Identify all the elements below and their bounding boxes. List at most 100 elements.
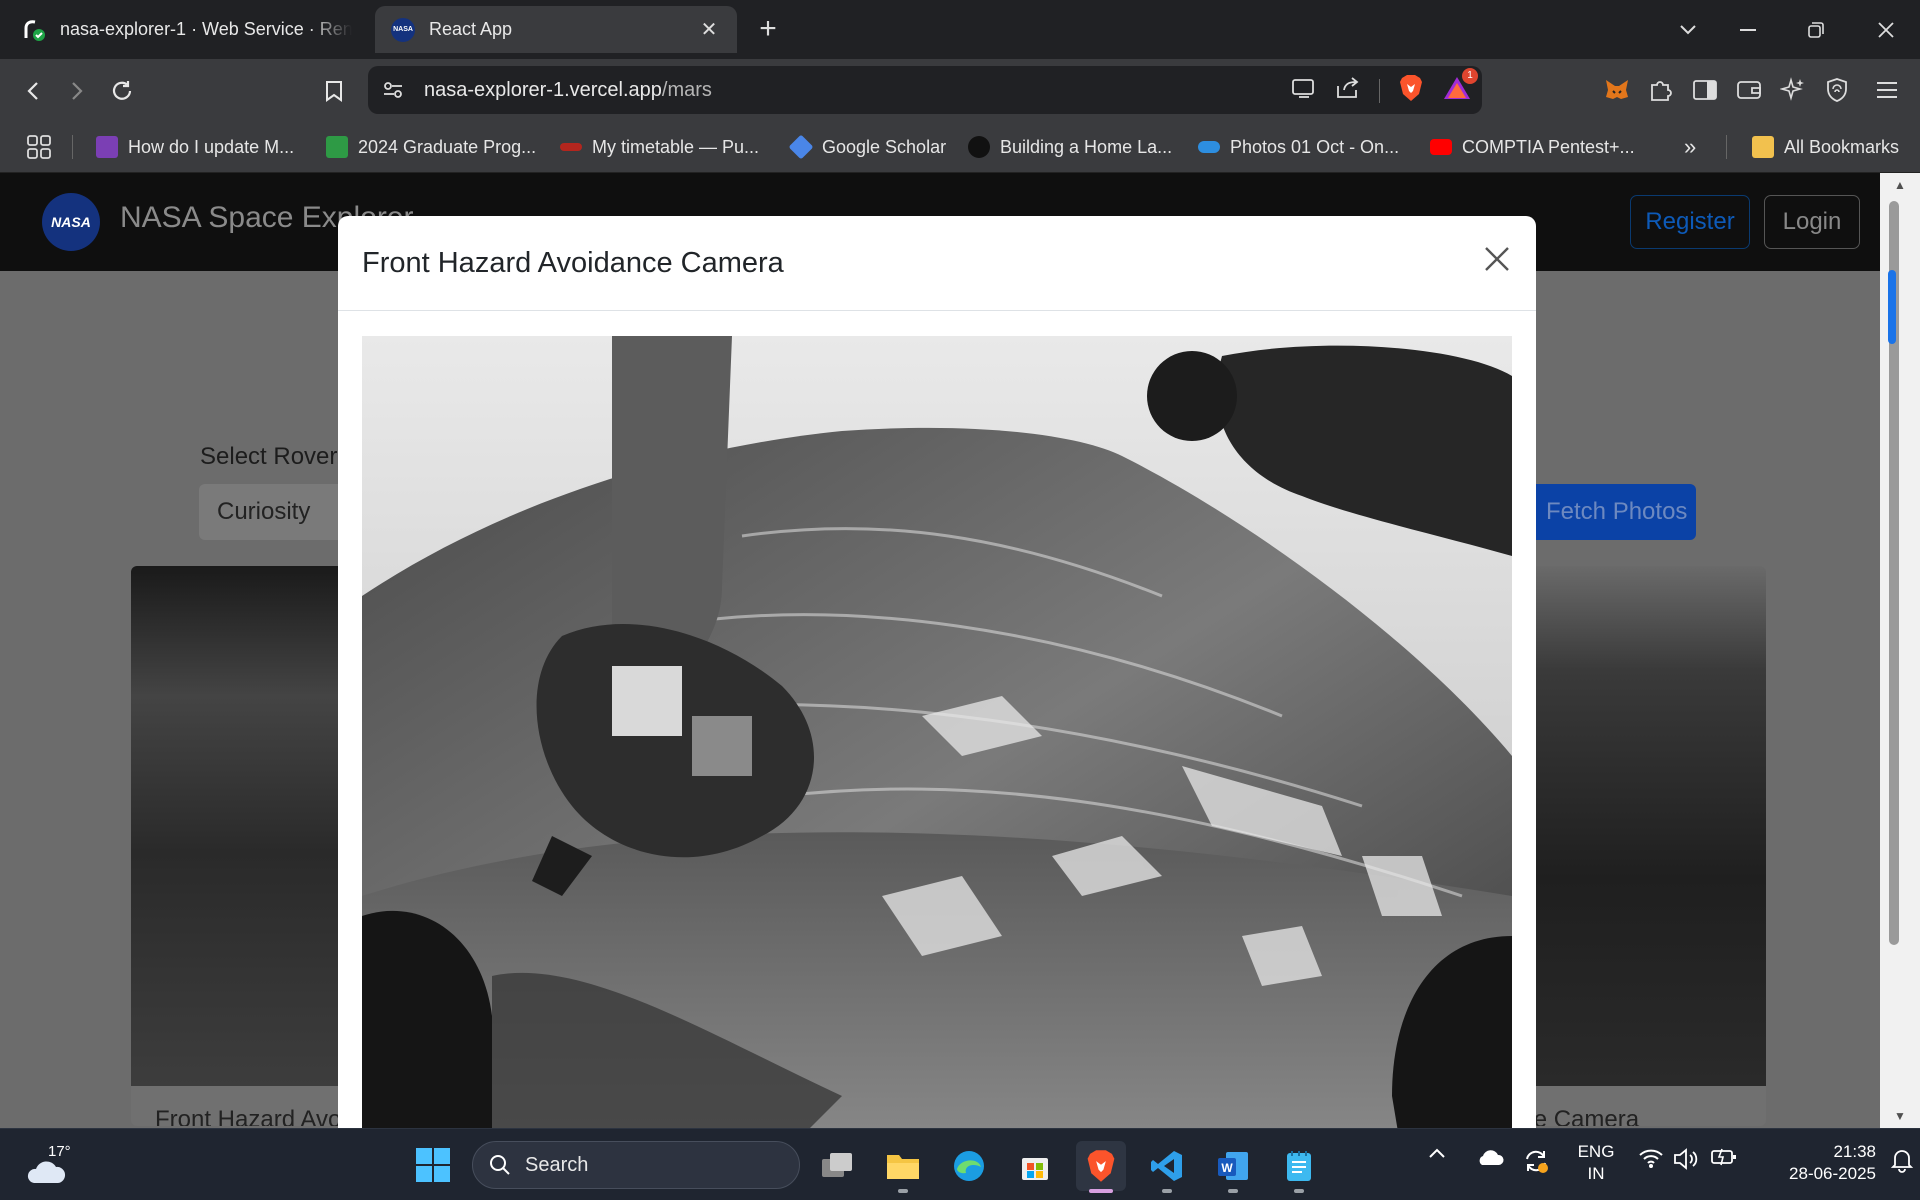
red-logo-icon: [560, 143, 582, 151]
clock-time: 21:38: [1833, 1142, 1876, 1161]
running-indicator: [1228, 1189, 1238, 1193]
task-view-icon[interactable]: [812, 1141, 862, 1191]
brave-shields-icon[interactable]: [1398, 74, 1424, 107]
search-placeholder: Search: [525, 1153, 589, 1176]
scroll-up-arrow-icon[interactable]: ▲: [1880, 175, 1920, 195]
file-explorer-icon[interactable]: [878, 1141, 928, 1193]
browser-toolbar: nasa-explorer-1.vercel.app/mars 1: [0, 59, 1920, 121]
clock-date: 28-06-2025: [1789, 1164, 1876, 1183]
bookmark-label: My timetable — Pu...: [592, 136, 760, 157]
metamask-fox-icon[interactable]: [1602, 75, 1632, 105]
language-indicator[interactable]: ENG IN: [1574, 1141, 1618, 1185]
bookmarks-bar: How do I update M... 2024 Graduate Prog.…: [0, 121, 1920, 173]
forward-button[interactable]: [56, 71, 96, 111]
dark-logo-icon: [968, 136, 990, 158]
more-bookmarks-icon[interactable]: »: [1684, 133, 1696, 161]
ms-store-icon[interactable]: [1010, 1141, 1060, 1191]
bookmark-label: COMPTIA Pentest+...: [1462, 136, 1635, 157]
sync-status-icon[interactable]: [1522, 1147, 1550, 1175]
brave-rewards-icon[interactable]: 1: [1442, 68, 1478, 107]
scroll-down-arrow-icon[interactable]: ▼: [1880, 1106, 1920, 1126]
apps-grid-icon[interactable]: [26, 133, 52, 161]
running-indicator: [1294, 1189, 1304, 1193]
language-code: ENG: [1577, 1142, 1615, 1161]
scholar-icon: [788, 134, 814, 160]
notification-bell-icon[interactable]: [1890, 1147, 1914, 1173]
bookmark-item[interactable]: Building a Home La...: [968, 133, 1172, 161]
folder-icon: [1752, 136, 1774, 158]
bookmark-label: Google Scholar: [822, 136, 947, 157]
running-indicator: [1162, 1189, 1172, 1193]
address-bar[interactable]: nasa-explorer-1.vercel.app/mars 1: [368, 66, 1482, 114]
url-path: /mars: [661, 78, 712, 101]
photo-modal: Front Hazard Avoidance Camera: [338, 216, 1536, 1128]
taskbar-search[interactable]: Search: [472, 1141, 800, 1189]
sidebar-toggle-icon[interactable]: [1690, 75, 1720, 105]
tab-title: React App: [429, 19, 513, 39]
close-window-button[interactable]: [1866, 12, 1906, 48]
edge-icon[interactable]: [944, 1141, 994, 1191]
bookmark-label: Building a Home La...: [1000, 136, 1173, 157]
menu-hamburger-icon[interactable]: [1872, 75, 1902, 105]
mars-rover-photo[interactable]: [362, 336, 1512, 1128]
minimize-button[interactable]: [1728, 12, 1768, 48]
restore-button[interactable]: [1796, 12, 1836, 48]
nasa-favicon-icon: NASA: [391, 17, 415, 42]
battery-icon[interactable]: [1710, 1147, 1738, 1167]
word-icon[interactable]: W: [1208, 1141, 1258, 1193]
modal-title: Front Hazard Avoidance Camera: [362, 246, 784, 279]
onedrive-icon: [1198, 141, 1220, 153]
svg-text:W: W: [1221, 1161, 1233, 1175]
login-button[interactable]: Login: [1764, 195, 1860, 249]
onedrive-tray-icon[interactable]: [1476, 1147, 1504, 1167]
page-scrollbar[interactable]: ▲ ▼: [1880, 173, 1920, 1128]
nasa-logo[interactable]: NASA: [42, 193, 100, 251]
all-bookmarks-button[interactable]: All Bookmarks: [1752, 133, 1899, 161]
modal-close-button[interactable]: [1476, 238, 1518, 280]
bookmark-label: Photos 01 Oct - On...: [1230, 136, 1400, 157]
bookmark-item[interactable]: My timetable — Pu...: [560, 133, 759, 161]
clock[interactable]: 21:38 28-06-2025: [1752, 1141, 1876, 1185]
bookmark-item[interactable]: How do I update M...: [96, 133, 294, 161]
bookmark-item[interactable]: Google Scholar: [788, 133, 947, 161]
temperature: 17°: [48, 1143, 71, 1160]
bookmark-page-icon[interactable]: [314, 71, 354, 111]
cast-icon[interactable]: [1291, 77, 1317, 104]
site-settings-icon[interactable]: [382, 79, 404, 101]
tab-title: nasa-explorer-1 · Web Service · Render: [60, 19, 352, 39]
wallet-icon[interactable]: [1734, 75, 1764, 105]
bookmark-item[interactable]: COMPTIA Pentest+...: [1430, 133, 1635, 161]
bookmark-item[interactable]: 2024 Graduate Prog...: [326, 133, 536, 161]
running-indicator: [898, 1189, 908, 1193]
tray-overflow-chevron-icon[interactable]: [1428, 1147, 1446, 1159]
brave-browser-icon[interactable]: [1076, 1141, 1126, 1193]
search-icon: [490, 1155, 510, 1175]
close-tab-icon[interactable]: ✕: [697, 18, 721, 42]
wifi-icon[interactable]: [1638, 1147, 1664, 1169]
register-button[interactable]: Register: [1630, 195, 1750, 249]
tab-react-app[interactable]: NASA React App ✕: [375, 6, 737, 53]
all-bookmarks-label: All Bookmarks: [1784, 136, 1900, 157]
youtube-icon: [1430, 139, 1452, 155]
url-text: nasa-explorer-1.vercel.app/mars: [424, 79, 712, 102]
tab-search-chevron-icon[interactable]: [1668, 12, 1708, 48]
bookmark-item[interactable]: Photos 01 Oct - On...: [1198, 133, 1399, 161]
rover-select[interactable]: Curiosity: [199, 484, 359, 540]
tab-render[interactable]: nasa-explorer-1 · Web Service · Render: [6, 6, 368, 53]
windows-start-icon[interactable]: [415, 1147, 451, 1183]
bookmark-label: 2024 Graduate Prog...: [358, 136, 537, 157]
leo-ai-icon[interactable]: [1778, 75, 1808, 105]
vpn-shield-icon[interactable]: [1822, 75, 1852, 105]
tab-bar: nasa-explorer-1 · Web Service · Render N…: [0, 0, 1920, 59]
active-indicator: [1089, 1189, 1113, 1193]
reload-button[interactable]: [102, 71, 142, 111]
notepad-icon[interactable]: [1274, 1141, 1324, 1193]
new-tab-button[interactable]: +: [752, 14, 784, 46]
extensions-puzzle-icon[interactable]: [1646, 75, 1676, 105]
vscode-icon[interactable]: [1142, 1141, 1192, 1193]
share-icon[interactable]: [1335, 76, 1361, 105]
back-button[interactable]: [14, 71, 54, 111]
purple-feather-icon: [96, 136, 118, 158]
volume-icon[interactable]: [1672, 1147, 1698, 1171]
page-viewport: NASA NASA Space Explorer Register Login …: [0, 173, 1880, 1128]
